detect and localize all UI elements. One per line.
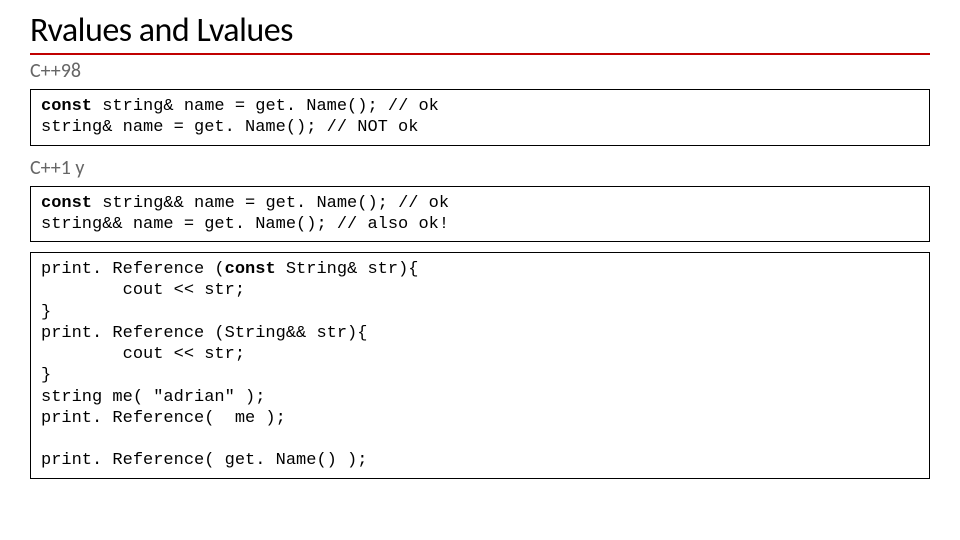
code-text: string& name = get. Name(); // ok bbox=[92, 97, 439, 116]
code-block-cpp98: const string& name = get. Name(); // ok … bbox=[30, 89, 930, 146]
code-text: cout << str; bbox=[41, 281, 245, 300]
section-heading-cpp1y: C++1 y bbox=[30, 156, 930, 180]
code-text: print. Reference ( bbox=[41, 260, 225, 279]
code-text: print. Reference( me ); bbox=[41, 409, 286, 428]
slide-title: Rvalues and Lvalues bbox=[30, 10, 930, 51]
keyword-const: const bbox=[41, 97, 92, 116]
code-text: } bbox=[41, 366, 51, 385]
code-text: print. Reference (String&& str){ bbox=[41, 324, 367, 343]
code-text: cout << str; bbox=[41, 345, 245, 364]
code-text: string&& name = get. Name(); // ok bbox=[92, 194, 449, 213]
keyword-const: const bbox=[41, 194, 92, 213]
code-text: string me( "adrian" ); bbox=[41, 388, 265, 407]
code-text: string& name = get. Name(); // NOT ok bbox=[41, 118, 418, 137]
code-text: String& str){ bbox=[276, 260, 419, 279]
keyword-const: const bbox=[225, 260, 276, 279]
title-underline bbox=[30, 53, 930, 55]
section-heading-cpp98: C++98 bbox=[30, 59, 930, 83]
code-text: } bbox=[41, 303, 51, 322]
code-text: print. Reference( get. Name() ); bbox=[41, 451, 367, 470]
code-text: string&& name = get. Name(); // also ok! bbox=[41, 215, 449, 234]
code-block-cpp1y: const string&& name = get. Name(); // ok… bbox=[30, 186, 930, 243]
code-block-print-reference: print. Reference (const String& str){ co… bbox=[30, 252, 930, 479]
